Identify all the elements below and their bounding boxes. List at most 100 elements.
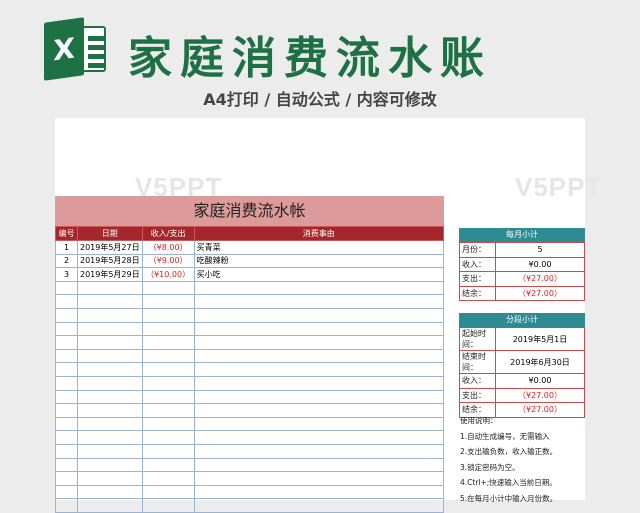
- cell-amount[interactable]: [141, 484, 195, 500]
- cell-date[interactable]: [76, 457, 143, 473]
- cell-date[interactable]: [76, 321, 143, 337]
- cell-desc[interactable]: [193, 416, 445, 432]
- cell-date[interactable]: [76, 362, 143, 377]
- cell-no[interactable]: [55, 457, 78, 473]
- cell-desc[interactable]: [193, 430, 445, 445]
- cell-date[interactable]: [76, 375, 143, 391]
- cell-amount[interactable]: [141, 348, 195, 364]
- cell-desc[interactable]: [193, 389, 445, 405]
- cell-amount[interactable]: [141, 430, 195, 445]
- cell-amount[interactable]: [141, 321, 195, 337]
- cell-no[interactable]: [55, 416, 78, 432]
- cell-no[interactable]: 3: [55, 267, 78, 282]
- cell-desc[interactable]: [193, 335, 445, 350]
- cell-date[interactable]: [76, 389, 143, 405]
- cell-no[interactable]: [55, 389, 78, 405]
- cell-desc[interactable]: [193, 321, 445, 337]
- cell-no[interactable]: 2: [55, 253, 78, 269]
- cell-no[interactable]: [55, 430, 78, 445]
- col-header-date[interactable]: 日期: [76, 226, 143, 241]
- cell-no[interactable]: [55, 321, 78, 337]
- cell-no[interactable]: [55, 307, 78, 323]
- cell-amount[interactable]: [141, 307, 195, 323]
- cell-desc[interactable]: [193, 294, 445, 309]
- summary-row: 支出： （¥27.00）: [459, 271, 585, 287]
- summary-value[interactable]: （¥27.00）: [495, 285, 585, 301]
- cell-amount[interactable]: [141, 294, 195, 309]
- cell-amount[interactable]: [141, 280, 195, 296]
- cell-amount[interactable]: [141, 335, 195, 350]
- cell-no[interactable]: [55, 403, 78, 418]
- cell-no[interactable]: [55, 484, 78, 500]
- cell-desc[interactable]: [193, 375, 445, 391]
- cell-desc[interactable]: [193, 307, 445, 323]
- cell-amount[interactable]: （¥9.00）: [141, 253, 195, 269]
- cell-no[interactable]: [55, 443, 78, 459]
- cell-amount[interactable]: [141, 471, 195, 486]
- cell-no[interactable]: [55, 362, 78, 377]
- cell-no[interactable]: 1: [55, 240, 78, 255]
- table-row: [55, 430, 445, 445]
- cell-date[interactable]: [76, 335, 143, 350]
- cell-no[interactable]: [55, 335, 78, 350]
- cell-no[interactable]: [55, 348, 78, 364]
- period-summary-title: 分段小计: [459, 313, 585, 327]
- cell-desc[interactable]: [193, 484, 445, 500]
- summary-value[interactable]: 2019年5月1日: [495, 327, 585, 351]
- col-header-no[interactable]: 编号: [55, 226, 78, 241]
- cell-desc[interactable]: 买小吃: [193, 267, 445, 282]
- cell-date[interactable]: [76, 307, 143, 323]
- cell-desc[interactable]: [193, 403, 445, 418]
- cell-desc[interactable]: 吃酸辣粉: [193, 253, 445, 269]
- cell-date[interactable]: [76, 498, 143, 513]
- cell-no[interactable]: [55, 471, 78, 486]
- summary-value[interactable]: ¥0.00: [495, 256, 585, 272]
- cell-date[interactable]: [76, 484, 143, 500]
- cell-amount[interactable]: （¥10.00）: [141, 267, 195, 282]
- cell-no[interactable]: [55, 280, 78, 296]
- cell-amount[interactable]: [141, 498, 195, 513]
- summary-label: 月份：: [459, 242, 496, 258]
- col-header-desc[interactable]: 消费事由: [193, 226, 445, 241]
- summary-value[interactable]: 2019年6月30日: [495, 350, 585, 374]
- summary-value[interactable]: 5: [495, 242, 585, 258]
- cell-desc[interactable]: [193, 348, 445, 364]
- cell-amount[interactable]: [141, 362, 195, 377]
- cell-date[interactable]: [76, 443, 143, 459]
- cell-date[interactable]: [76, 430, 143, 445]
- cell-no[interactable]: [55, 498, 78, 513]
- cell-amount[interactable]: [141, 416, 195, 432]
- usage-note: 2.支出输负数，收入输正数。: [460, 447, 558, 456]
- cell-date[interactable]: [76, 471, 143, 486]
- cell-date[interactable]: [76, 280, 143, 296]
- col-header-amount[interactable]: 收入/支出: [141, 226, 195, 241]
- cell-date[interactable]: [76, 348, 143, 364]
- summary-value[interactable]: （¥27.00）: [495, 271, 585, 287]
- cell-desc[interactable]: [193, 362, 445, 377]
- summary-value[interactable]: （¥27.00）: [495, 387, 585, 403]
- cell-amount[interactable]: [141, 375, 195, 391]
- cell-date[interactable]: [76, 416, 143, 432]
- cell-date[interactable]: [76, 294, 143, 309]
- cell-desc[interactable]: [193, 498, 445, 513]
- cell-desc[interactable]: [193, 471, 445, 486]
- summary-row: 收入： ¥0.00: [459, 256, 585, 272]
- cell-date[interactable]: 2019年5月27日: [76, 240, 143, 255]
- cell-no[interactable]: [55, 375, 78, 391]
- cell-amount[interactable]: [141, 403, 195, 418]
- table-row: [55, 362, 445, 377]
- cell-amount[interactable]: [141, 457, 195, 473]
- cell-amount[interactable]: [141, 389, 195, 405]
- cell-no[interactable]: [55, 294, 78, 309]
- summary-value[interactable]: ¥0.00: [495, 373, 585, 389]
- cell-date[interactable]: [76, 403, 143, 418]
- cell-desc[interactable]: [193, 280, 445, 296]
- cell-desc[interactable]: 买青菜: [193, 240, 445, 255]
- summary-row: 结束时间： 2019年6月30日: [459, 350, 585, 374]
- cell-desc[interactable]: [193, 457, 445, 473]
- cell-amount[interactable]: （¥8.00）: [141, 240, 195, 255]
- cell-amount[interactable]: [141, 443, 195, 459]
- cell-date[interactable]: 2019年5月29日: [76, 267, 143, 282]
- cell-date[interactable]: 2019年5月28日: [76, 253, 143, 269]
- cell-desc[interactable]: [193, 443, 445, 459]
